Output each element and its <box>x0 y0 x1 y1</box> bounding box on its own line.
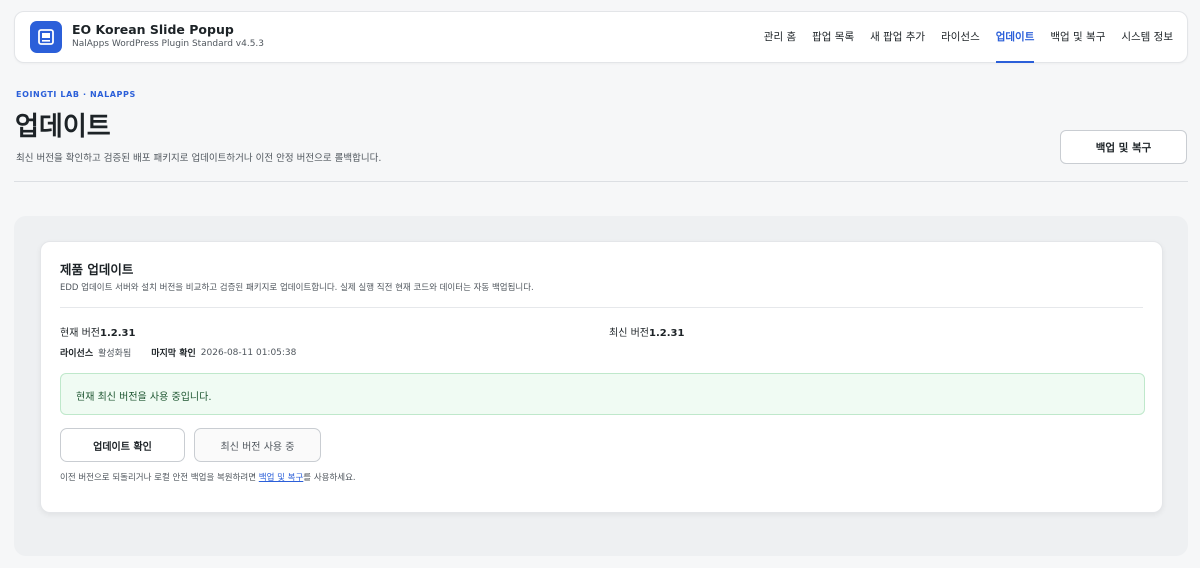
check-update-button[interactable]: 업데이트 확인 <box>60 428 185 462</box>
card-divider <box>60 307 1143 308</box>
license-value: 활성화됨 <box>98 349 132 359</box>
nav-item-license[interactable]: 라이선스 <box>941 12 980 62</box>
page-eyebrow: EOINGTI LAB · NALAPPS <box>16 90 136 99</box>
rollback-hint-prefix: 이전 버전으로 되돌리거나 로컬 안전 백업을 복원하려면 <box>60 473 259 483</box>
current-version: 현재 버전1.2.31 <box>60 324 135 339</box>
top-bar: EO Korean Slide Popup NalApps WordPress … <box>14 11 1188 63</box>
nav-item-backup-restore[interactable]: 백업 및 복구 <box>1050 12 1105 62</box>
nav-item-admin-home[interactable]: 관리 홈 <box>764 12 796 62</box>
page-description: 최신 버전을 확인하고 검증된 배포 패키지로 업데이트하거나 이전 안정 버전… <box>16 153 382 164</box>
app-title: EO Korean Slide Popup <box>72 22 234 37</box>
nav-item-system-info[interactable]: 시스템 정보 <box>1121 12 1173 62</box>
current-version-value: 1.2.31 <box>99 328 136 339</box>
status-notice: 현재 최신 버전을 사용 중입니다. <box>60 373 1145 415</box>
header-divider <box>14 181 1188 182</box>
nav-item-update[interactable]: 업데이트 <box>995 12 1034 63</box>
rollback-hint: 이전 버전으로 되돌리거나 로컬 안전 백업을 복원하려면 백업 및 복구를 사… <box>60 471 356 483</box>
backup-restore-link[interactable]: 백업 및 복구 <box>259 473 304 483</box>
status-notice-text: 현재 최신 버전을 사용 중입니다. <box>76 392 212 403</box>
latest-version-label: 최신 버전 <box>609 328 649 339</box>
card-description: EDD 업데이트 서버와 설치 버전을 비교하고 검증된 패키지로 업데이트합니… <box>60 283 534 293</box>
current-version-label: 현재 버전 <box>60 328 100 339</box>
latest-version-in-use-button[interactable]: 최신 버전 사용 중 <box>194 428 321 462</box>
latest-version-value: 1.2.31 <box>648 328 685 339</box>
latest-version: 최신 버전1.2.31 <box>609 324 684 339</box>
nav-item-add-popup[interactable]: 새 팝업 추가 <box>870 12 925 62</box>
nav-item-popup-list[interactable]: 팝업 목록 <box>812 12 854 62</box>
meta-row: 라이선스 활성화됨 마지막 확인 2026-08-11 01:05:38 <box>60 346 297 360</box>
card-title: 제품 업데이트 <box>60 262 134 277</box>
page-title: 업데이트 <box>15 112 111 142</box>
monitor-document-icon <box>38 29 54 45</box>
last-check-value: 2026-08-11 01:05:38 <box>200 347 297 358</box>
main-nav: 관리 홈 팝업 목록 새 팝업 추가 라이선스 업데이트 백업 및 복구 시스템… <box>764 12 1173 63</box>
app-subtitle: NalApps WordPress Plugin Standard v4.5.3 <box>72 39 265 49</box>
plugin-logo <box>30 21 62 53</box>
rollback-hint-suffix: 를 사용하세요. <box>303 473 356 483</box>
backup-restore-button[interactable]: 백업 및 복구 <box>1060 130 1187 164</box>
license-label: 라이선스 <box>60 349 94 359</box>
last-check-label: 마지막 확인 <box>151 349 196 359</box>
product-update-card: 제품 업데이트 EDD 업데이트 서버와 설치 버전을 비교하고 검증된 패키지… <box>40 241 1163 513</box>
